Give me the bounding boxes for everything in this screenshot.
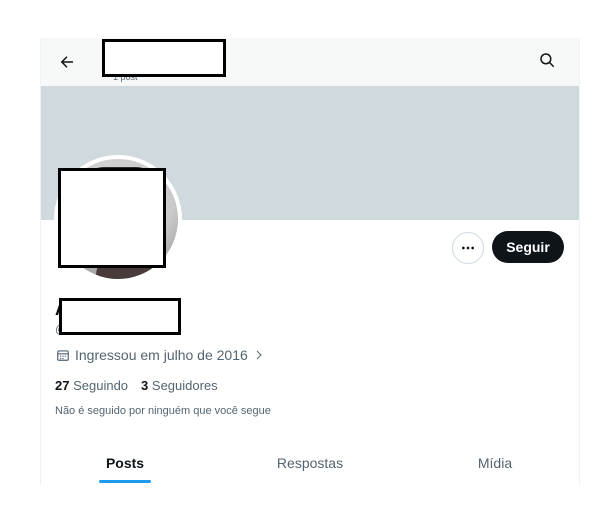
follow-stats: 27 Seguindo 3 Seguidores xyxy=(55,378,218,393)
follow-button[interactable]: Seguir xyxy=(492,231,564,263)
tab-midia[interactable]: Mídia xyxy=(411,441,579,485)
joined-date[interactable]: Ingressou em julho de 2016 xyxy=(56,347,265,363)
profile-tabs: Posts Respostas Mídia xyxy=(41,441,579,485)
profile-page: 1 post Seguir A @ xyxy=(40,38,580,485)
calendar-icon xyxy=(57,350,69,361)
search-icon xyxy=(540,53,555,68)
active-tab-indicator xyxy=(99,480,151,483)
following-link[interactable]: 27 Seguindo xyxy=(55,378,128,393)
back-button[interactable] xyxy=(51,46,83,78)
search-button[interactable] xyxy=(531,44,563,76)
tab-posts[interactable]: Posts xyxy=(41,441,209,485)
top-bar: 1 post xyxy=(41,38,579,86)
joined-text: Ingressou em julho de 2016 xyxy=(75,347,248,363)
arrow-left-icon xyxy=(60,56,73,68)
tab-respostas[interactable]: Respostas xyxy=(220,441,400,485)
redacted-name xyxy=(59,298,181,335)
followers-label: Seguidores xyxy=(151,378,218,393)
followers-link[interactable]: 3 Seguidores xyxy=(141,378,218,393)
redacted-name-header xyxy=(102,39,226,77)
following-count: 27 xyxy=(55,378,70,393)
more-horizontal-icon xyxy=(462,246,474,250)
more-options-button[interactable] xyxy=(452,232,484,264)
followers-count: 3 xyxy=(141,378,149,393)
following-label: Seguindo xyxy=(73,378,129,393)
followed-by-note: Não é seguido por ninguém que você segue xyxy=(55,405,271,417)
redacted-avatar xyxy=(58,168,166,268)
chevron-right-icon xyxy=(256,350,262,360)
